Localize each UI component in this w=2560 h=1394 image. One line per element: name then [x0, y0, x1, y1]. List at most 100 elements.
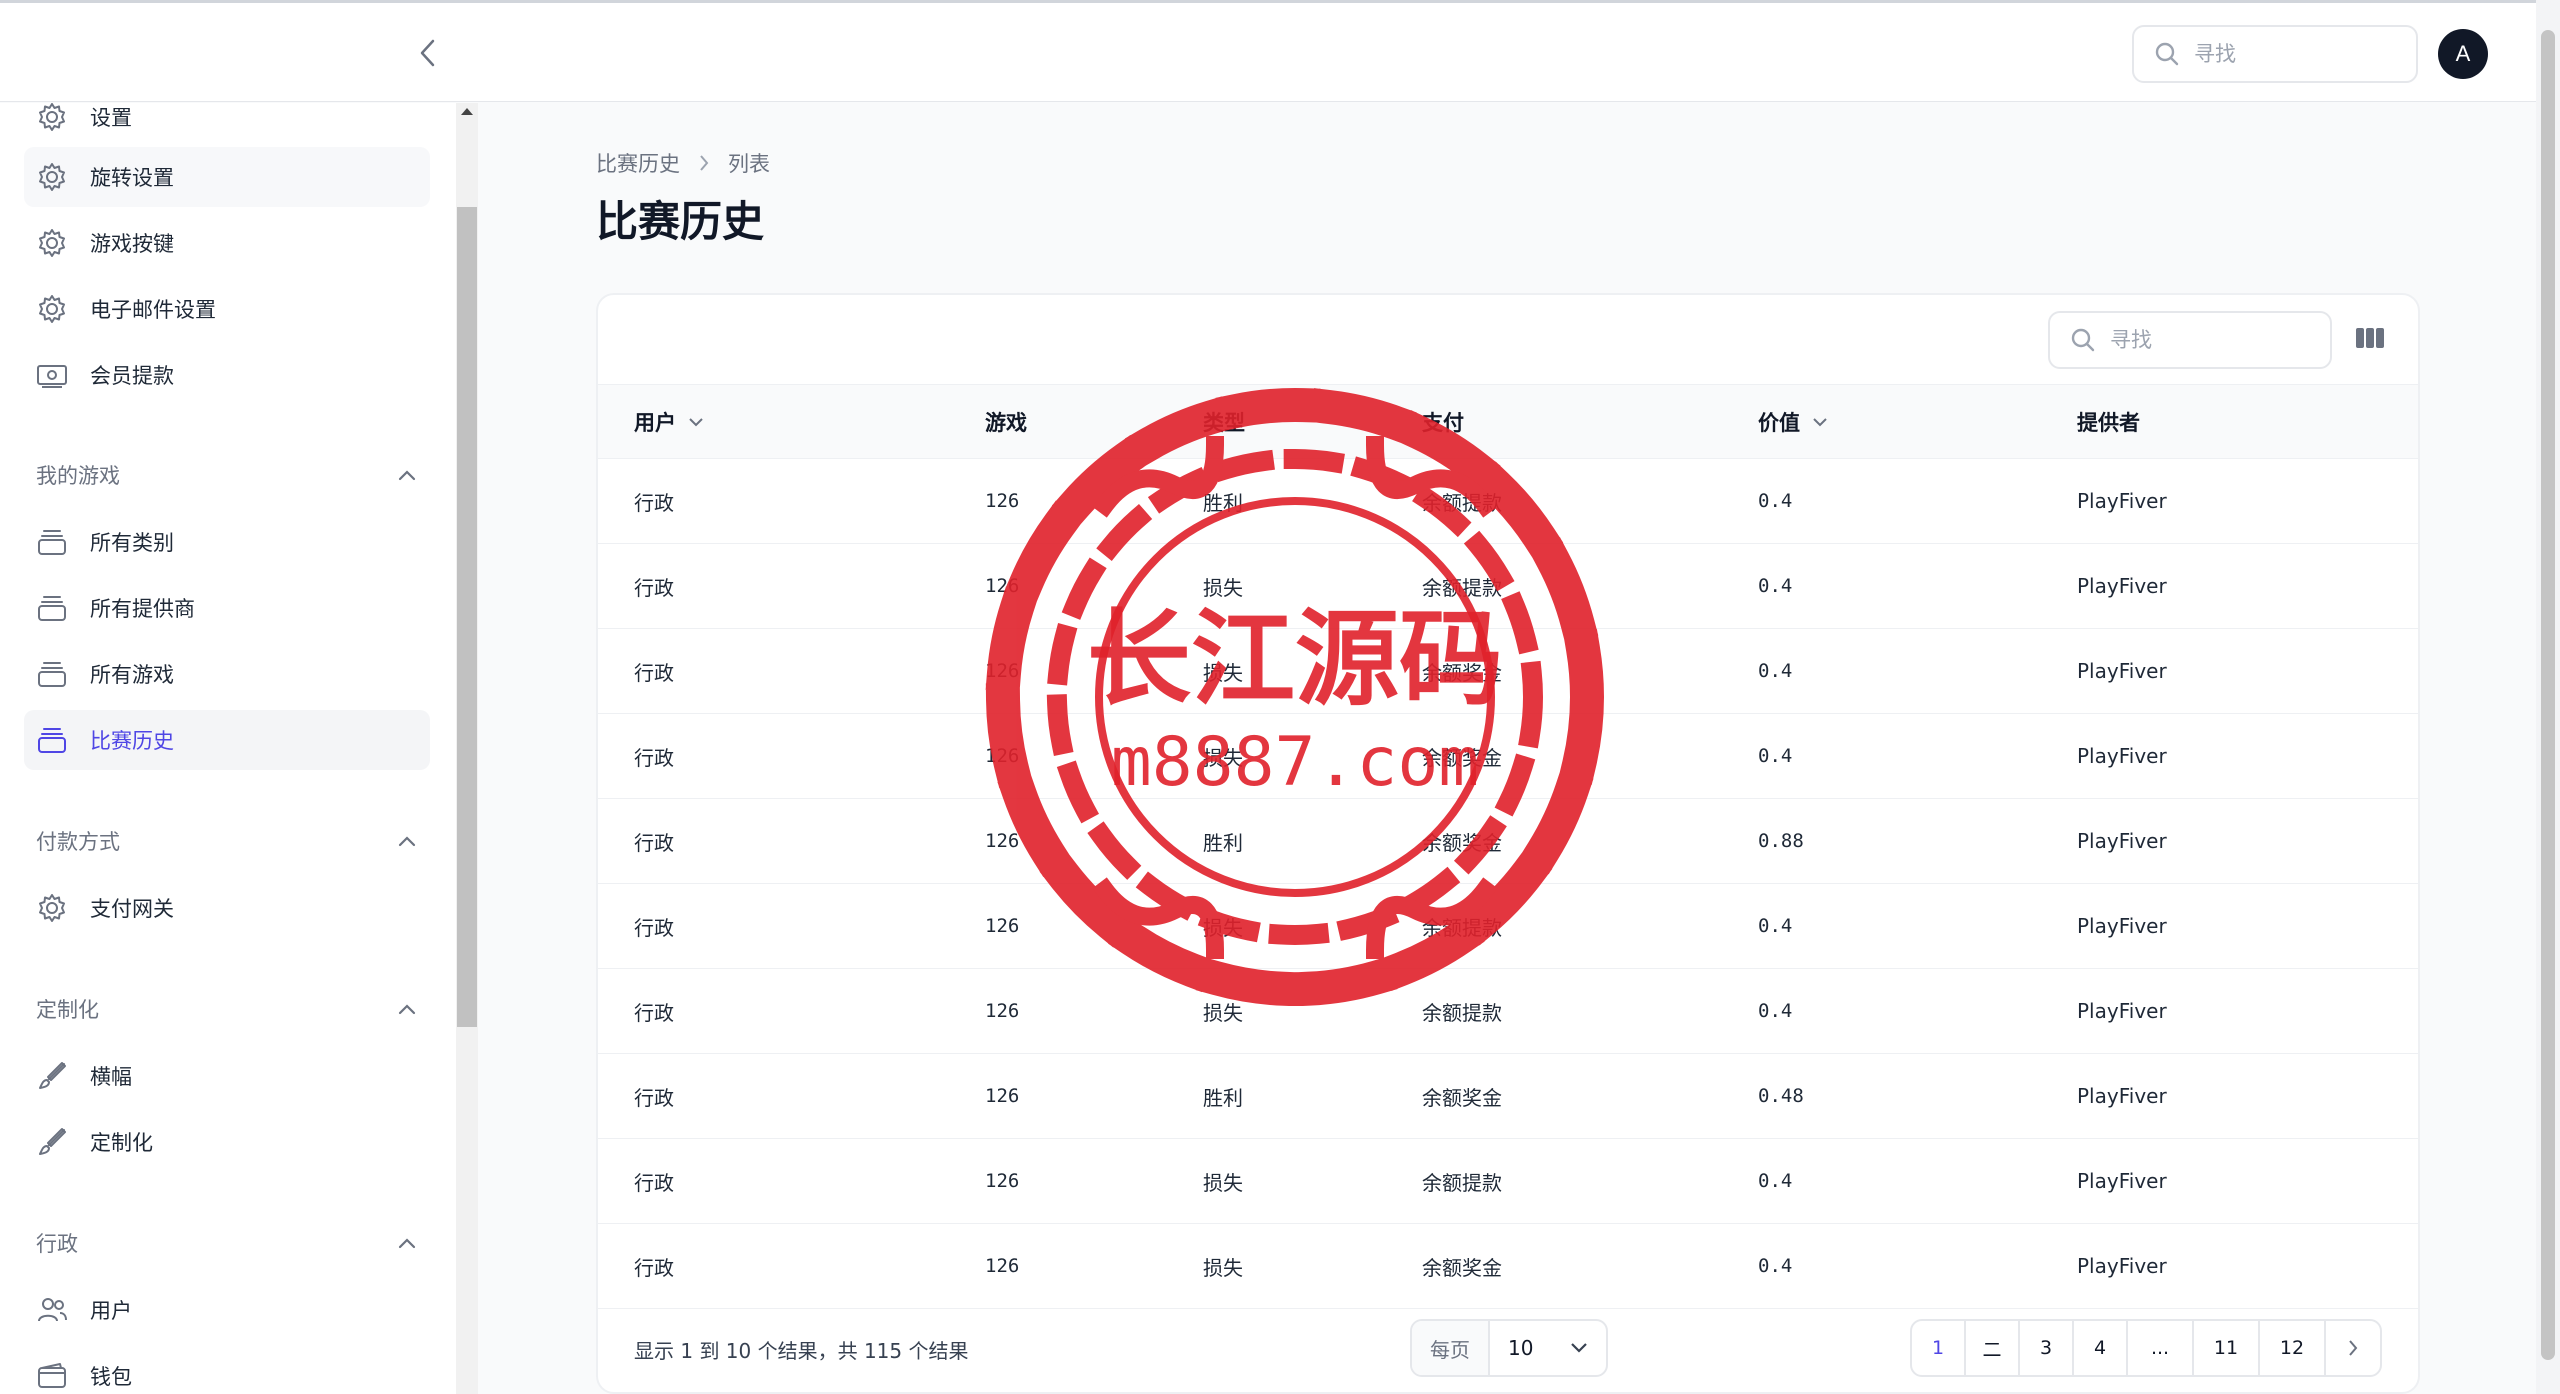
column-header-label: 游戏 — [985, 410, 1027, 435]
page-button-1[interactable]: 1 — [1912, 1321, 1966, 1375]
column-toggle-button[interactable] — [2354, 325, 2390, 355]
cell-payment: 余额奖金 — [1422, 1255, 1502, 1280]
sidebar-item-label: 钱包 — [90, 1365, 132, 1389]
cell-provider: PlayFiver — [2077, 574, 2167, 598]
table-search[interactable] — [2048, 311, 2332, 369]
global-search-input[interactable] — [2194, 42, 2394, 66]
cell-type: 损失 — [1203, 660, 1243, 685]
gear-icon — [39, 894, 65, 922]
cell-game: 126 — [985, 1255, 1020, 1277]
column-header-user[interactable]: 用户 — [634, 385, 704, 458]
top-bar: A — [0, 3, 2536, 102]
chevron-up-icon — [398, 470, 416, 481]
table-row[interactable]: 行政 126 胜利 余额奖金 0.48 PlayFiver — [598, 1054, 2418, 1139]
cell-payment: 余额奖金 — [1422, 830, 1502, 855]
sidebar-item-label: 所有类别 — [90, 531, 174, 555]
sidebar-item-all-categories[interactable]: 所有类别 — [24, 512, 430, 572]
cell-user: 行政 — [634, 490, 674, 515]
sidebar-item-match-history[interactable]: 比赛历史 — [24, 710, 430, 770]
page-button-3[interactable]: 3 — [2020, 1321, 2074, 1375]
cell-type: 损失 — [1203, 1170, 1243, 1195]
table-row[interactable]: 行政 126 损失 余额提款 0.4 PlayFiver — [598, 884, 2418, 969]
sidebar-item-all-providers[interactable]: 所有提供商 — [24, 578, 430, 638]
columns-icon — [2356, 328, 2384, 348]
users-icon — [38, 1298, 67, 1322]
sidebar-group-my-games[interactable]: 我的游戏 — [36, 455, 416, 495]
cell-provider: PlayFiver — [2077, 999, 2167, 1023]
next-page-button[interactable] — [2326, 1321, 2380, 1375]
sidebar-group-customization[interactable]: 定制化 — [36, 989, 416, 1029]
sidebar-item-spin-settings[interactable]: 旋转设置 — [24, 147, 430, 207]
cell-payment: 余额奖金 — [1422, 660, 1502, 685]
cell-user: 行政 — [634, 915, 674, 940]
cell-value: 0.4 — [1758, 660, 1793, 682]
page-button-12[interactable]: 12 — [2260, 1321, 2326, 1375]
global-search[interactable] — [2132, 25, 2418, 83]
sidebar-item-wallet[interactable]: 钱包 — [24, 1346, 430, 1394]
column-header-label: 类型 — [1203, 410, 1245, 435]
cell-value: 0.4 — [1758, 1170, 1793, 1192]
sidebar-item-email-settings[interactable]: 电子邮件设置 — [24, 279, 430, 339]
cell-provider: PlayFiver — [2077, 1254, 2167, 1278]
cell-value: 0.4 — [1758, 490, 1793, 512]
cell-value: 0.48 — [1758, 1085, 1804, 1107]
table-row[interactable]: 行政 126 胜利 余额奖金 0.88 PlayFiver — [598, 799, 2418, 884]
cell-game: 126 — [985, 660, 1020, 682]
table-row[interactable]: 行政 126 损失 余额提款 0.4 PlayFiver — [598, 1139, 2418, 1224]
sidebar-item-banner[interactable]: 横幅 — [24, 1046, 430, 1106]
page-button-11[interactable]: 11 — [2194, 1321, 2260, 1375]
window-scrollbar[interactable] — [2536, 0, 2560, 1394]
sidebar-group-administration[interactable]: 行政 — [36, 1223, 416, 1263]
column-header-value[interactable]: 价值 — [1758, 385, 1828, 458]
table-row[interactable]: 行政 126 损失 余额奖金 0.4 PlayFiver — [598, 1224, 2418, 1309]
per-page-select[interactable]: 每页 10 — [1410, 1319, 1608, 1377]
breadcrumb-parent[interactable]: 比赛历史 — [596, 148, 680, 178]
chevron-right-icon — [700, 155, 709, 171]
table-header: 用户 游戏 类型 支付 价值 提供者 — [598, 385, 2418, 459]
page-button-4[interactable]: 4 — [2074, 1321, 2128, 1375]
sidebar-item-payment-gateway[interactable]: 支付网关 — [24, 878, 430, 938]
chevron-down-icon — [689, 417, 703, 426]
sidebar-item-label: 旋转设置 — [90, 166, 174, 190]
page-title: 比赛历史 — [596, 197, 765, 246]
sidebar-scrollbar[interactable] — [456, 103, 478, 1394]
sidebar-item-label: 用户 — [90, 1299, 132, 1323]
wallet-icon — [38, 1363, 66, 1388]
window-scrollbar-thumb[interactable] — [2541, 30, 2555, 1360]
per-page-value: 10 — [1508, 1336, 1534, 1360]
user-avatar[interactable]: A — [2438, 29, 2488, 79]
sidebar-item-all-games[interactable]: 所有游戏 — [24, 644, 430, 704]
table-row[interactable]: 行政 126 胜利 余额提款 0.4 PlayFiver — [598, 459, 2418, 544]
gear-icon — [39, 163, 65, 191]
sidebar-item-users[interactable]: 用户 — [24, 1280, 430, 1340]
sidebar-group-payment-methods[interactable]: 付款方式 — [36, 821, 416, 861]
cell-payment: 余额奖金 — [1422, 1085, 1502, 1110]
sidebar-item-game-keys[interactable]: 游戏按键 — [24, 213, 430, 273]
table-search-input[interactable] — [2110, 328, 2310, 352]
table-row[interactable]: 行政 126 损失 余额奖金 0.4 PlayFiver — [598, 714, 2418, 799]
sidebar-item-member-withdrawal[interactable]: 会员提款 — [24, 345, 430, 405]
cell-value: 0.4 — [1758, 915, 1793, 937]
table-row[interactable]: 行政 126 损失 余额提款 0.4 PlayFiver — [598, 969, 2418, 1054]
table-row[interactable]: 行政 126 损失 余额提款 0.4 PlayFiver — [598, 544, 2418, 629]
cell-game: 126 — [985, 745, 1020, 767]
cell-provider: PlayFiver — [2077, 1084, 2167, 1108]
page-ellipsis: ... — [2128, 1321, 2194, 1375]
sidebar-scrollbar-thumb[interactable] — [457, 207, 477, 1027]
sidebar-item-settings[interactable]: 设置 — [24, 103, 430, 147]
cell-value: 0.4 — [1758, 745, 1793, 767]
sidebar-collapse-button[interactable] — [408, 33, 448, 73]
scroll-up-arrow-icon[interactable] — [461, 108, 473, 115]
cell-game: 126 — [985, 1085, 1020, 1107]
breadcrumb: 比赛历史 列表 — [596, 148, 770, 178]
per-page-value-box[interactable]: 10 — [1490, 1336, 1606, 1360]
cell-type: 损失 — [1203, 1000, 1243, 1025]
chevron-right-icon — [2349, 1340, 2358, 1356]
page-button-2[interactable]: 二 — [1966, 1321, 2020, 1375]
sidebar-item-customization[interactable]: 定制化 — [24, 1112, 430, 1172]
table-row[interactable]: 行政 126 损失 余额奖金 0.4 PlayFiver — [598, 629, 2418, 714]
cell-user: 行政 — [634, 1085, 674, 1110]
column-header-label: 支付 — [1422, 410, 1464, 435]
cell-provider: PlayFiver — [2077, 744, 2167, 768]
cell-type: 损失 — [1203, 915, 1243, 940]
